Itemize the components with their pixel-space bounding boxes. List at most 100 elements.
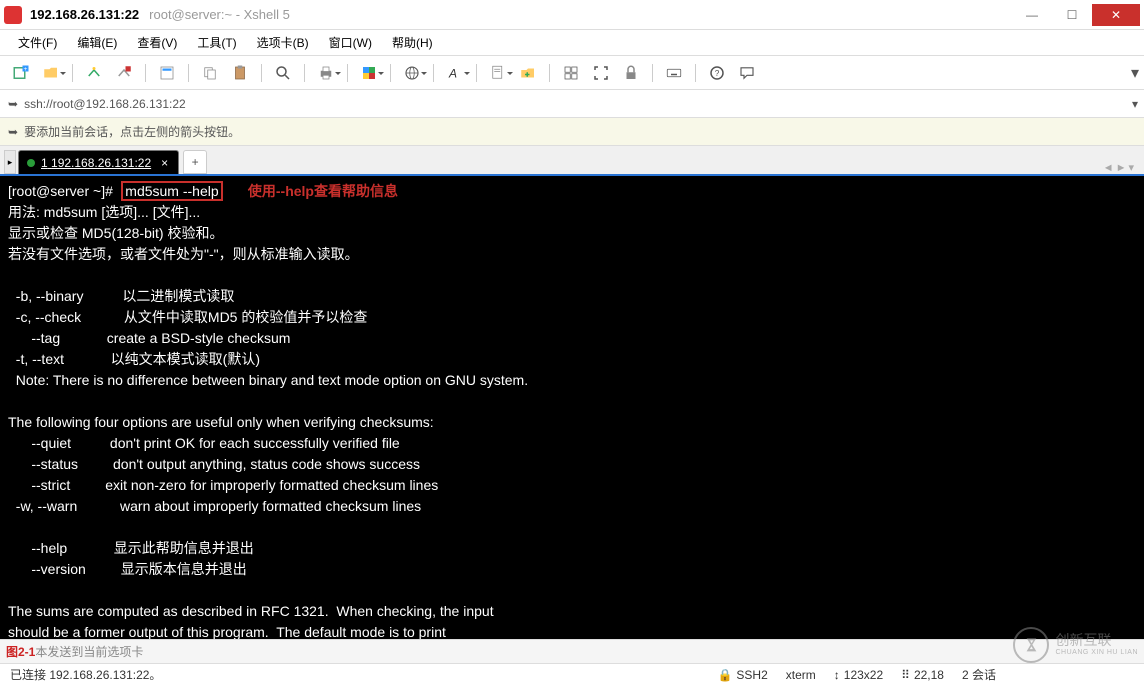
menu-view[interactable]: 查看(V) [127, 30, 187, 55]
toolbar-separator [695, 64, 696, 82]
minimize-button[interactable]: — [1012, 4, 1052, 26]
tab-label: 192.168.26.131:22 [51, 156, 151, 170]
print-icon[interactable] [313, 60, 339, 86]
copy-icon[interactable] [197, 60, 223, 86]
find-icon[interactable] [270, 60, 296, 86]
titlebar: 192.168.26.131:22 root@server:~ - Xshell… [0, 0, 1144, 30]
terminal-line: 若没有文件选项，或者文件处为"-"，则从标准输入读取。 [8, 246, 359, 262]
toolbar-separator [188, 64, 189, 82]
toolbar: + A ? ▾ [0, 56, 1144, 90]
toolbar-separator [476, 64, 477, 82]
input-hint: 本发送到当前选项卡 [35, 643, 143, 660]
terminal-line: --status don't output anything, status c… [8, 456, 420, 472]
status-dot-icon [27, 159, 35, 167]
terminal-annotation: 使用--help查看帮助信息 [248, 183, 398, 199]
terminal-line: Note: There is no difference between bin… [8, 372, 528, 388]
menu-window[interactable]: 窗口(W) [319, 30, 382, 55]
tile-icon[interactable] [558, 60, 584, 86]
terminal-line: --help 显示此帮助信息并退出 [8, 540, 254, 556]
close-button[interactable]: ✕ [1092, 4, 1140, 26]
terminal-line: The following four options are useful on… [8, 414, 434, 430]
toolbar-separator [72, 64, 73, 82]
svg-text:+: + [24, 65, 28, 72]
status-protocol: 🔒SSH2 [717, 666, 767, 683]
tab-next-icon[interactable]: ► [1116, 162, 1127, 174]
menubar: 文件(F) 编辑(E) 查看(V) 工具(T) 选项卡(B) 窗口(W) 帮助(… [0, 30, 1144, 56]
properties-icon[interactable] [154, 60, 180, 86]
address-url[interactable]: ssh://root@192.168.26.131:22 [24, 97, 186, 111]
window-controls: — ☐ ✕ [1012, 4, 1140, 26]
toolbar-separator [390, 64, 391, 82]
title-app: root@server:~ - Xshell 5 [149, 7, 290, 22]
tab-nav: ◄ ► ▾ [1103, 161, 1140, 174]
terminal-line: --version 显示版本信息并退出 [8, 561, 247, 577]
tab-index: 1 [41, 156, 48, 170]
maximize-button[interactable]: ☐ [1052, 4, 1092, 26]
toolbar-separator [261, 64, 262, 82]
open-session-icon[interactable] [38, 60, 64, 86]
terminal-prompt: [root@server ~]# [8, 183, 113, 199]
color-scheme-icon[interactable] [356, 60, 382, 86]
terminal-command-highlight: md5sum --help [121, 181, 222, 201]
title-host: 192.168.26.131:22 [30, 7, 139, 22]
toolbar-separator [145, 64, 146, 82]
toolbar-separator [652, 64, 653, 82]
status-sessions: 2 会话 [962, 666, 996, 683]
menu-edit[interactable]: 编辑(E) [67, 30, 127, 55]
address-overflow[interactable]: ▾ [1130, 97, 1140, 111]
new-tab-button[interactable]: + [183, 150, 207, 174]
toolbar-separator [549, 64, 550, 82]
status-size: ↕ 123x22 [834, 666, 883, 683]
font-icon[interactable]: A [442, 60, 468, 86]
tabstrip: ▸ 1 192.168.26.131:22 × + ◄ ► ▾ [0, 146, 1144, 174]
terminal-line: should be a former output of this progra… [8, 624, 446, 639]
log-icon[interactable] [485, 60, 511, 86]
menu-tab[interactable]: 选项卡(B) [247, 30, 319, 55]
feedback-icon[interactable] [734, 60, 760, 86]
statusbar: 已连接 192.168.26.131:22。 🔒SSH2 xterm ↕ 123… [0, 663, 1144, 685]
terminal-line: -c, --check 从文件中读取MD5 的校验值并予以检查 [8, 309, 367, 325]
lock-icon[interactable] [618, 60, 644, 86]
terminal-line: -t, --text 以纯文本模式读取(默认) [8, 351, 260, 367]
toolbar-separator [347, 64, 348, 82]
new-session-icon[interactable]: + [8, 60, 34, 86]
tab-list-icon[interactable]: ▾ [1128, 161, 1134, 174]
menu-tools[interactable]: 工具(T) [187, 30, 246, 55]
lock-icon: 🔒 [717, 668, 732, 682]
encoding-icon[interactable] [399, 60, 425, 86]
terminal-line: 用法: md5sum [选项]... [文件]... [8, 204, 200, 220]
terminal-line: --quiet don't print OK for each successf… [8, 435, 400, 451]
address-add-icon[interactable]: ➥ [8, 97, 18, 111]
tab-prev-icon[interactable]: ◄ [1103, 162, 1114, 174]
status-cursor: ⠿ 22,18 [901, 666, 944, 683]
toolbar-separator [433, 64, 434, 82]
terminal-line: -w, --warn warn about improperly formatt… [8, 498, 421, 514]
terminal[interactable]: [root@server ~]# md5sum --help 使用--help查… [0, 174, 1144, 639]
terminal-line: The sums are computed as described in RF… [8, 603, 494, 619]
status-termtype: xterm [786, 666, 816, 683]
toolbar-overflow[interactable]: ▾ [1130, 63, 1140, 83]
tab-close-icon[interactable]: × [161, 156, 168, 170]
svg-text:A: A [448, 66, 457, 80]
keyboard-icon[interactable] [661, 60, 687, 86]
fullscreen-icon[interactable] [588, 60, 614, 86]
input-tabbar: 图2-1本发送到当前选项卡 [0, 639, 1144, 663]
menu-help[interactable]: 帮助(H) [382, 30, 443, 55]
app-icon [4, 6, 22, 24]
help-icon[interactable]: ? [704, 60, 730, 86]
xftp-icon[interactable] [515, 60, 541, 86]
info-add-icon[interactable]: ➥ [8, 125, 18, 139]
status-connection: 已连接 192.168.26.131:22。 [10, 666, 161, 683]
grid-icon: ⠿ [901, 668, 910, 682]
tab-session-1[interactable]: 1 192.168.26.131:22 × [18, 150, 179, 174]
resize-icon: ↕ [834, 668, 840, 682]
reconnect-icon[interactable] [81, 60, 107, 86]
terminal-line: 显示或检查 MD5(128-bit) 校验和。 [8, 225, 223, 241]
paste-icon[interactable] [227, 60, 253, 86]
sidebar-toggle[interactable]: ▸ [4, 150, 16, 174]
disconnect-icon[interactable] [111, 60, 137, 86]
terminal-line: --strict exit non-zero for improperly fo… [8, 477, 438, 493]
menu-file[interactable]: 文件(F) [8, 30, 67, 55]
addressbar: ➥ ssh://root@192.168.26.131:22 ▾ [0, 90, 1144, 118]
terminal-line: --tag create a BSD-style checksum [8, 330, 290, 346]
